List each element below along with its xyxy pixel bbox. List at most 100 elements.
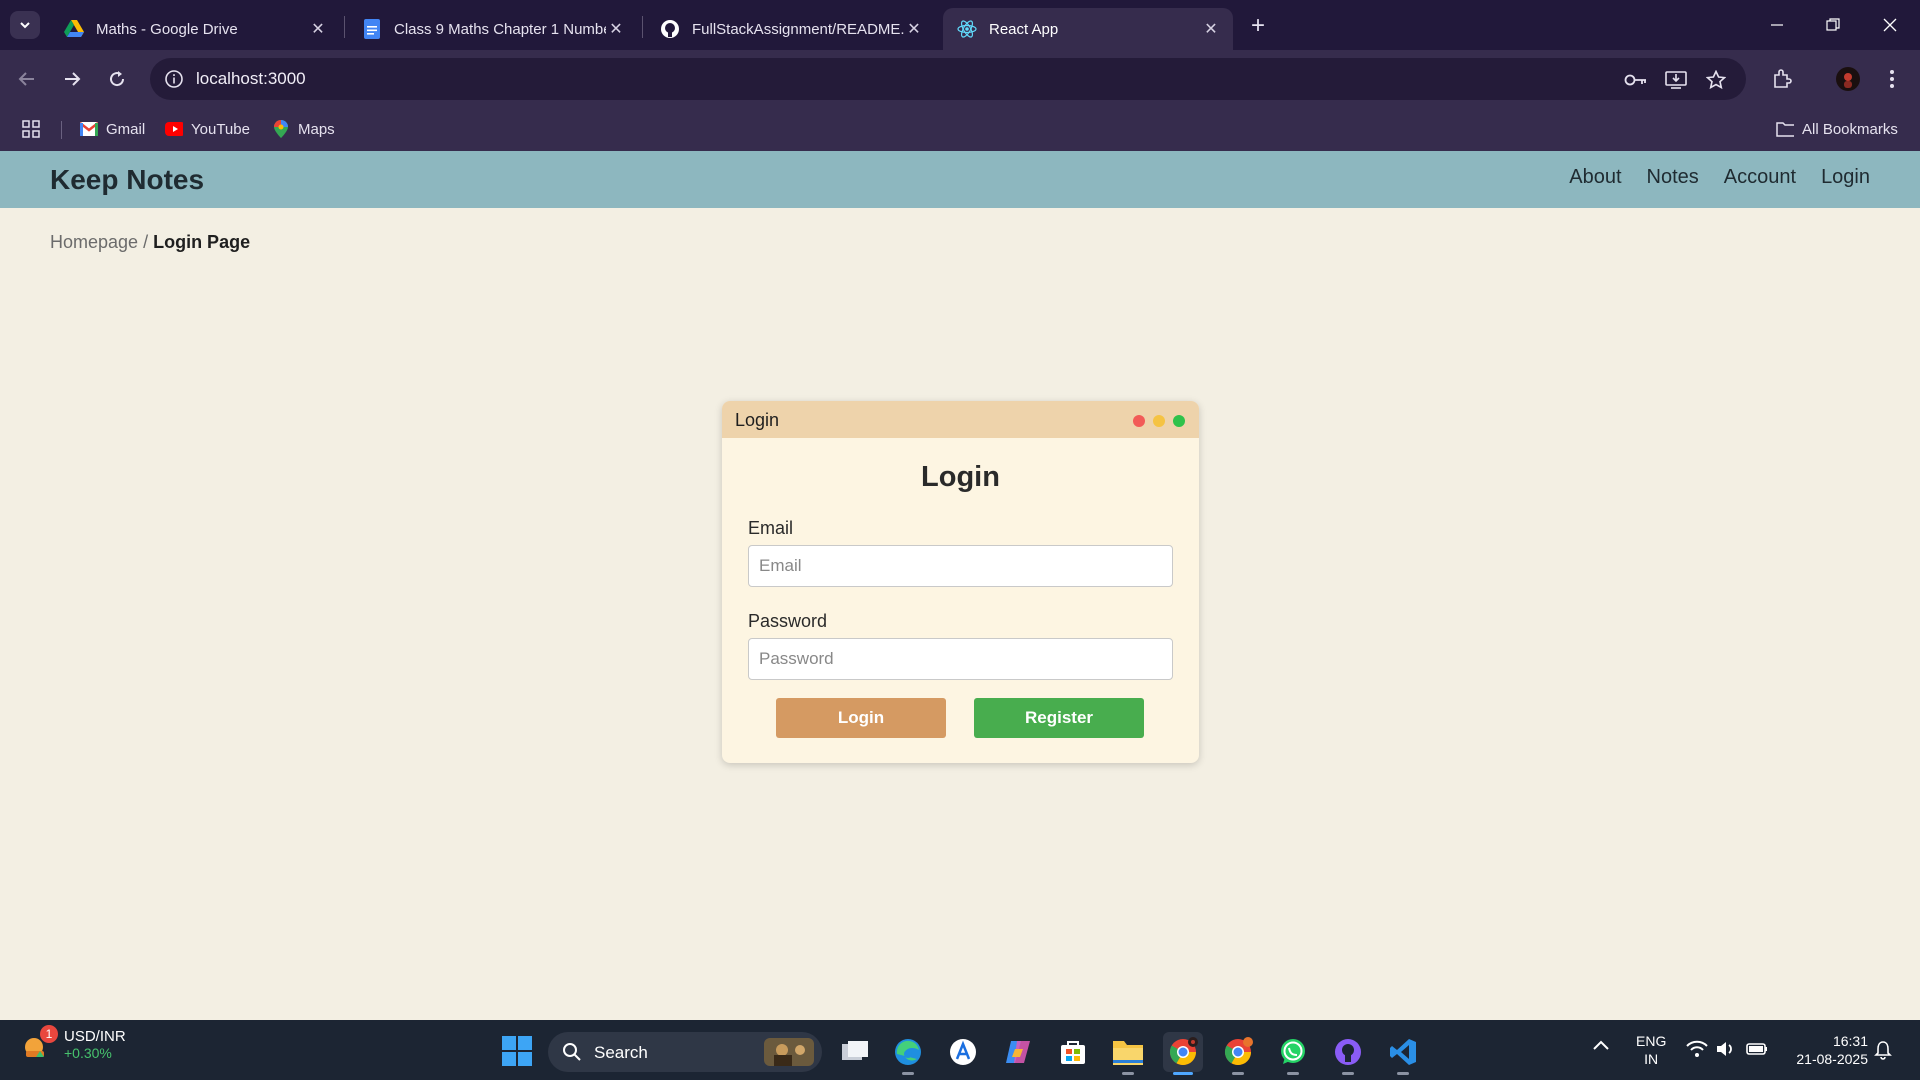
apps-grid-icon [22, 120, 40, 138]
close-icon[interactable]: ✕ [904, 19, 924, 39]
bookmark-youtube[interactable]: YouTube [165, 118, 250, 140]
vscode-icon [1390, 1039, 1416, 1065]
browser-tab-drive[interactable]: Maths - Google Drive ✕ [50, 8, 340, 50]
close-icon[interactable]: ✕ [606, 19, 626, 39]
taskbar-app-a[interactable] [943, 1032, 983, 1072]
close-icon[interactable]: ✕ [308, 19, 328, 39]
windows-logo-icon [502, 1036, 532, 1066]
input-language-indicator[interactable]: ENG IN [1636, 1032, 1666, 1068]
notifications-icon[interactable] [1874, 1040, 1892, 1065]
show-hidden-icons-button[interactable] [1592, 1038, 1610, 1057]
google-drive-icon [64, 19, 84, 39]
app-navbar: Keep Notes About Notes Account Login [0, 151, 1920, 208]
minimize-icon [1771, 24, 1783, 26]
nav-link-notes[interactable]: Notes [1647, 166, 1699, 189]
github-icon [660, 19, 680, 39]
bookmark-gmail[interactable]: Gmail [80, 118, 145, 140]
login-button[interactable]: Login [776, 698, 946, 738]
reload-icon [110, 71, 125, 87]
bookmark-star-icon[interactable] [1704, 68, 1728, 92]
bookmarks-separator [61, 121, 62, 139]
app-brand[interactable]: Keep Notes [50, 164, 204, 196]
nav-link-about[interactable]: About [1569, 166, 1621, 189]
system-clock[interactable]: 16:31 21-08-2025 [1796, 1032, 1868, 1068]
site-info-icon[interactable] [164, 69, 184, 89]
url-text[interactable]: localhost:3000 [196, 69, 306, 89]
youtube-icon [165, 120, 183, 138]
tab-search-button[interactable] [10, 11, 40, 39]
volume-icon[interactable] [1716, 1040, 1736, 1063]
search-highlight-image-icon [764, 1038, 814, 1066]
forward-arrow-icon [65, 72, 81, 86]
taskbar-search-label: Search [594, 1043, 648, 1062]
apps-grid-button[interactable] [22, 118, 40, 140]
gmail-icon [80, 120, 98, 138]
close-icon[interactable]: ✕ [1201, 19, 1221, 39]
taskbar-github-desktop[interactable] [1328, 1032, 1368, 1075]
ticker-text: USD/INR +0.30% [64, 1028, 126, 1061]
breadcrumb-home[interactable]: Homepage [50, 232, 138, 252]
nav-link-login[interactable]: Login [1821, 166, 1870, 189]
taskbar-copilot[interactable] [998, 1032, 1038, 1072]
google-docs-icon [362, 19, 382, 39]
region-code: IN [1644, 1051, 1659, 1067]
more-menu-icon[interactable] [1877, 64, 1907, 94]
start-button[interactable] [502, 1036, 532, 1066]
forward-button[interactable] [57, 64, 87, 94]
install-app-icon[interactable] [1664, 68, 1688, 92]
restore-icon [1826, 18, 1840, 31]
tab-title: React App [989, 20, 1059, 38]
taskbar-chrome-active[interactable] [1163, 1032, 1203, 1075]
close-icon [1883, 18, 1897, 32]
browser-tab-github[interactable]: FullStackAssignment/README.md ✕ [646, 8, 936, 50]
address-bar[interactable]: localhost:3000 [150, 58, 1746, 100]
browser-tab-react-app[interactable]: React App ✕ [943, 8, 1233, 50]
restore-button[interactable] [1813, 10, 1853, 40]
minimize-button[interactable] [1757, 10, 1797, 40]
register-button[interactable]: Register [974, 698, 1144, 738]
taskbar-task-view[interactable] [835, 1032, 875, 1072]
new-tab-button[interactable]: + [1244, 12, 1272, 40]
whatsapp-icon [1281, 1039, 1305, 1064]
taskbar-search[interactable]: Search [548, 1032, 822, 1072]
profile-avatar[interactable] [1833, 64, 1863, 94]
email-field[interactable] [748, 545, 1173, 587]
browser-toolbar: localhost:3000 [0, 50, 1920, 108]
running-indicator [902, 1072, 914, 1075]
all-bookmarks-label: All Bookmarks [1802, 120, 1898, 138]
battery-icon[interactable] [1746, 1042, 1768, 1061]
browser-tab-docs[interactable]: Class 9 Maths Chapter 1 Number ✕ [348, 8, 638, 50]
taskbar-chrome-profile[interactable] [1218, 1032, 1258, 1075]
taskbar-store[interactable] [1053, 1032, 1093, 1072]
running-indicator [1342, 1072, 1354, 1075]
store-icon [1061, 1041, 1085, 1064]
back-button[interactable] [12, 64, 42, 94]
reload-button[interactable] [102, 64, 132, 94]
red-dot-icon [1133, 415, 1145, 427]
folder-icon [1113, 1041, 1143, 1065]
clock-date: 21-08-2025 [1796, 1051, 1868, 1067]
wifi-icon[interactable] [1686, 1040, 1708, 1063]
bookmark-label: Gmail [106, 120, 146, 138]
browser-tab-strip: Maths - Google Drive ✕ Class 9 Maths Cha… [0, 0, 1920, 50]
close-window-button[interactable] [1870, 10, 1910, 40]
extensions-icon[interactable] [1767, 64, 1797, 94]
market-widget[interactable]: 1 USD/INR +0.30% [22, 1024, 126, 1061]
password-label: Password [748, 611, 828, 631]
password-key-icon[interactable] [1624, 68, 1648, 92]
all-bookmarks-button[interactable]: All Bookmarks [1776, 118, 1898, 140]
taskbar-whatsapp[interactable] [1273, 1032, 1313, 1075]
breadcrumb-separator: / [138, 232, 154, 252]
taskbar-file-explorer[interactable] [1108, 1032, 1148, 1075]
taskbar-edge[interactable] [888, 1032, 928, 1075]
taskbar-vscode[interactable] [1383, 1032, 1423, 1075]
nav-link-account[interactable]: Account [1724, 166, 1796, 189]
password-field[interactable] [748, 638, 1173, 680]
chevron-down-icon [20, 22, 30, 29]
copilot-icon [1006, 1041, 1030, 1063]
clock-time: 16:31 [1832, 1033, 1868, 1049]
widget-badge: 1 [40, 1024, 58, 1043]
running-indicator [1397, 1072, 1409, 1075]
bookmark-label: Maps [298, 120, 335, 138]
bookmark-maps[interactable]: Maps [272, 118, 335, 140]
